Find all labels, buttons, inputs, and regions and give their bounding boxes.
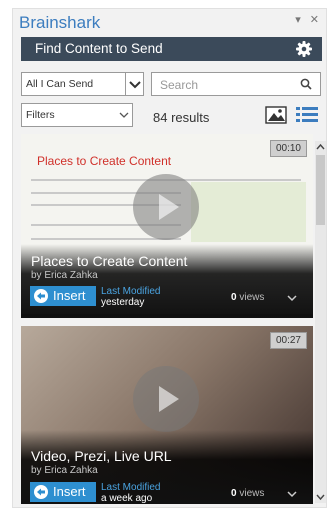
card-title[interactable]: Places to Create Content — [31, 253, 187, 269]
scroll-down-icon[interactable] — [315, 491, 326, 503]
play-button[interactable] — [133, 366, 199, 432]
gear-icon[interactable] — [294, 39, 314, 59]
search-input[interactable]: Search — [151, 72, 321, 96]
play-button[interactable] — [133, 174, 199, 240]
scope-select[interactable]: All I Can Send — [21, 72, 144, 96]
scrollbar[interactable] — [315, 141, 326, 503]
scroll-up-icon[interactable] — [315, 141, 326, 153]
insert-button[interactable]: Insert — [30, 482, 96, 502]
views-count: 0 views — [231, 488, 264, 499]
insert-label: Insert — [53, 484, 86, 499]
views-label: views — [239, 488, 265, 499]
image-view-icon[interactable] — [265, 106, 287, 124]
search-icon[interactable] — [300, 78, 312, 90]
header-bar: Find Content to Send — [21, 37, 322, 61]
chevron-down-icon — [129, 81, 141, 89]
card-author: by Erica Zahka — [31, 270, 98, 281]
insert-label: Insert — [53, 288, 86, 303]
chevron-down-icon[interactable] — [287, 294, 297, 302]
pane-controls[interactable]: ▾ ✕ — [295, 13, 322, 26]
header-title: Find Content to Send — [35, 41, 163, 56]
views-count: 0 views — [231, 292, 264, 303]
filters-select-value: Filters — [26, 109, 55, 121]
chevron-down-icon — [119, 112, 129, 118]
search-placeholder: Search — [160, 78, 199, 92]
insert-arrow-icon — [34, 289, 48, 303]
filters-select[interactable]: Filters — [21, 103, 133, 127]
duration-badge: 00:27 — [269, 332, 307, 349]
insert-arrow-icon — [34, 485, 48, 499]
views-number: 0 — [231, 292, 237, 303]
content-card[interactable]: 00:27 Video, Prezi, Live URL by Erica Za… — [21, 326, 313, 504]
play-icon — [159, 386, 179, 412]
last-modified-value: a week ago — [101, 493, 153, 504]
thumbnail-heading: Places to Create Content — [37, 154, 172, 168]
duration-badge: 00:10 — [269, 140, 307, 157]
last-modified-value: yesterday — [101, 297, 145, 308]
chevron-down-icon[interactable] — [287, 490, 297, 498]
scope-select-button[interactable] — [125, 73, 143, 95]
app-title: Brainshark — [19, 13, 101, 32]
content-card[interactable]: Places to Create Content 00:10 Places to… — [21, 134, 313, 318]
play-icon — [159, 194, 179, 220]
views-number: 0 — [231, 488, 237, 499]
scope-select-value: All I Can Send — [26, 78, 94, 90]
results-count: 84 results — [153, 110, 210, 125]
add-in-pane: Brainshark ▾ ✕ Find Content to Send All … — [12, 8, 327, 508]
views-label: views — [239, 292, 265, 303]
card-author: by Erica Zahka — [31, 465, 98, 476]
card-title[interactable]: Video, Prezi, Live URL — [31, 448, 172, 464]
last-modified-label: Last Modified — [101, 482, 161, 493]
scrollbar-thumb[interactable] — [316, 155, 325, 225]
last-modified-label: Last Modified — [101, 286, 161, 297]
list-view-icon[interactable] — [296, 107, 318, 123]
insert-button[interactable]: Insert — [30, 286, 96, 306]
